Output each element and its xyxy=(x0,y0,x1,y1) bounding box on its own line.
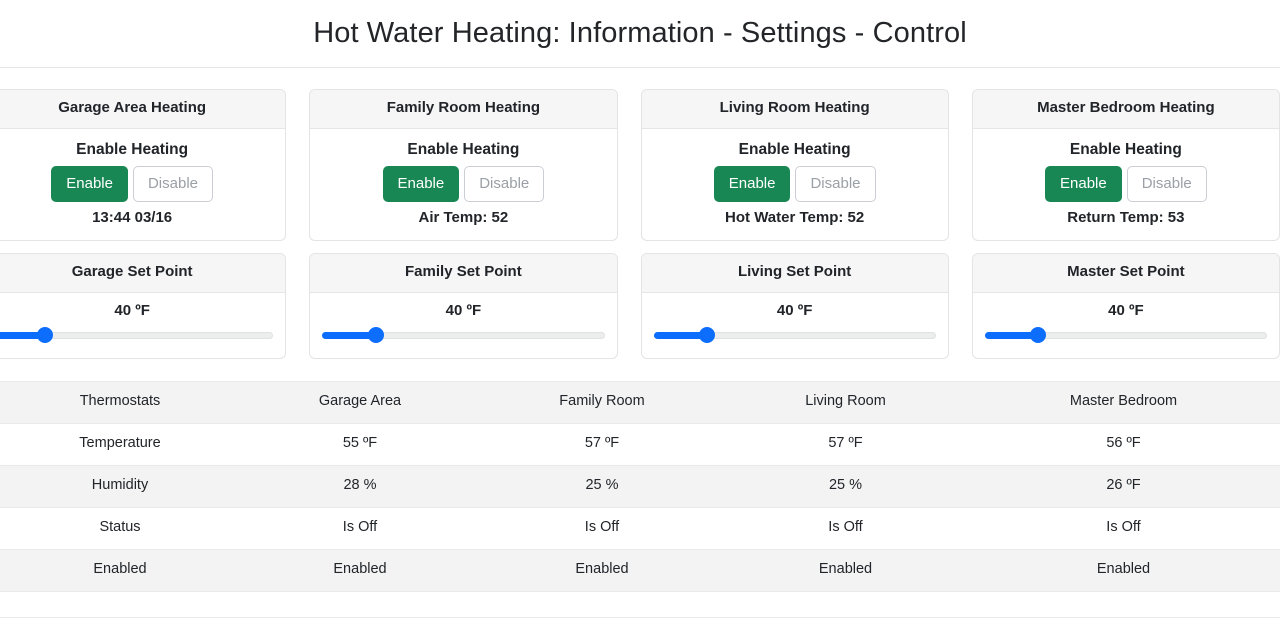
table-row: Enabled Enabled Enabled Enabled Enabled xyxy=(0,548,1280,592)
setpoint-slider[interactable] xyxy=(984,327,1267,344)
heating-card-master: Master Bedroom Heating Enable Heating En… xyxy=(971,89,1280,242)
card-title: Living Room Heating xyxy=(641,90,948,129)
row-label: Temperature xyxy=(0,422,240,466)
row-label: Enabled xyxy=(0,548,240,592)
cell-family: 57 ºF xyxy=(480,422,724,466)
table-spacer-row xyxy=(0,590,1280,618)
cell-living: 57 ºF xyxy=(724,422,967,466)
thermostats-table-wrap: Thermostats Garage Area Family Room Livi… xyxy=(0,381,1280,618)
enable-heating-label: Enable Heating xyxy=(1069,140,1182,158)
setpoint-value: 40 ºF xyxy=(445,301,482,319)
card-title: Garage Set Point xyxy=(0,254,286,293)
setpoint-card-family: Family Set Point 40 ºF xyxy=(309,253,618,360)
card-body: 40 ºF xyxy=(0,293,285,359)
setpoint-card-master: Master Set Point 40 ºF xyxy=(971,253,1280,360)
thermostats-table: Thermostats Garage Area Family Room Livi… xyxy=(0,381,1280,618)
enable-button[interactable]: Enable xyxy=(382,165,460,202)
card-title: Master Bedroom Heating xyxy=(972,90,1279,129)
spacer-cell xyxy=(0,590,1280,618)
setpoint-cards-row: Garage Set Point 40 ºF Family Set Point … xyxy=(0,253,1280,360)
cell-living: 25 % xyxy=(724,464,967,508)
card-body: 40 ºF xyxy=(310,293,616,359)
setpoint-card-garage: Garage Set Point 40 ºF xyxy=(0,253,287,360)
cell-family: 25 % xyxy=(480,464,724,508)
page-title: Hot Water Heating: Information - Setting… xyxy=(313,17,967,49)
column-header-master: Master Bedroom xyxy=(967,381,1280,424)
enable-disable-group: Enable Disable xyxy=(320,165,606,202)
setpoint-value: 40 ºF xyxy=(776,301,813,319)
card-body: Enable Heating Enable Disable 13:44 03/1… xyxy=(0,129,285,241)
card-body: Enable Heating Enable Disable Hot Water … xyxy=(642,129,948,241)
column-header-thermostats: Thermostats xyxy=(0,381,240,424)
card-title: Master Set Point xyxy=(972,254,1279,293)
status-text: Return Temp: 53 xyxy=(1067,208,1185,226)
setpoint-card-living: Living Set Point 40 ºF xyxy=(640,253,949,360)
slider-thumb[interactable] xyxy=(699,327,716,344)
card-title: Family Set Point xyxy=(310,254,617,293)
setpoint-slider[interactable] xyxy=(322,327,605,344)
enable-button[interactable]: Enable xyxy=(713,165,791,202)
cell-living: Enabled xyxy=(724,548,967,592)
setpoint-value: 40 ºF xyxy=(114,301,150,319)
status-text: Air Temp: 52 xyxy=(418,208,509,226)
table-row: Status Is Off Is Off Is Off Is Off xyxy=(0,506,1280,550)
enable-button[interactable]: Enable xyxy=(1045,165,1122,202)
heating-card-living: Living Room Heating Enable Heating Enabl… xyxy=(640,89,949,242)
cell-garage: Is Off xyxy=(240,506,480,550)
enable-disable-group: Enable Disable xyxy=(652,165,938,202)
row-label: Humidity xyxy=(0,464,240,508)
card-body: Enable Heating Enable Disable Air Temp: … xyxy=(310,129,616,241)
cell-living: Is Off xyxy=(724,506,967,550)
cell-master: 26 ºF xyxy=(967,464,1280,508)
cell-garage: 55 ºF xyxy=(240,422,480,466)
table-row: Temperature 55 ºF 57 ºF 57 ºF 56 ºF xyxy=(0,422,1280,466)
setpoint-slider[interactable] xyxy=(653,327,936,344)
column-header-family: Family Room xyxy=(480,381,724,424)
enable-disable-group: Enable Disable xyxy=(0,165,275,202)
cell-master: 56 ºF xyxy=(967,422,1280,466)
slider-thumb[interactable] xyxy=(367,327,384,344)
column-header-garage: Garage Area xyxy=(240,381,480,424)
card-title: Living Set Point xyxy=(641,254,948,293)
cell-garage: 28 % xyxy=(240,464,480,508)
disable-button[interactable]: Disable xyxy=(132,165,213,202)
enable-button[interactable]: Enable xyxy=(51,165,128,202)
slider-thumb[interactable] xyxy=(36,327,53,344)
disable-button[interactable]: Disable xyxy=(795,165,876,202)
cell-master: Enabled xyxy=(967,548,1280,592)
table-header-row: Thermostats Garage Area Family Room Livi… xyxy=(0,381,1280,424)
disable-button[interactable]: Disable xyxy=(464,165,545,202)
enable-disable-group: Enable Disable xyxy=(983,165,1269,202)
row-label: Status xyxy=(0,506,240,550)
card-body: Enable Heating Enable Disable Return Tem… xyxy=(973,129,1279,241)
cell-garage: Enabled xyxy=(240,548,480,592)
disable-button[interactable]: Disable xyxy=(1126,165,1207,202)
card-title: Garage Area Heating xyxy=(0,90,286,129)
slider-thumb[interactable] xyxy=(1030,327,1047,344)
enable-heating-label: Enable Heating xyxy=(738,140,851,158)
setpoint-slider[interactable] xyxy=(0,327,274,344)
heating-cards-row: Garage Area Heating Enable Heating Enabl… xyxy=(0,89,1280,242)
cell-family: Is Off xyxy=(480,506,724,550)
page-header: Hot Water Heating: Information - Setting… xyxy=(0,0,1280,68)
card-body: 40 ºF xyxy=(642,293,948,359)
heating-card-family: Family Room Heating Enable Heating Enabl… xyxy=(309,89,618,242)
setpoint-value: 40 ºF xyxy=(1108,301,1144,319)
cell-master: Is Off xyxy=(967,506,1280,550)
heating-card-garage: Garage Area Heating Enable Heating Enabl… xyxy=(0,89,287,242)
enable-heating-label: Enable Heating xyxy=(407,140,520,158)
table-row: Humidity 28 % 25 % 25 % 26 ºF xyxy=(0,464,1280,508)
card-body: 40 ºF xyxy=(973,293,1279,359)
status-text: Hot Water Temp: 52 xyxy=(725,208,865,226)
cell-family: Enabled xyxy=(480,548,724,592)
status-text: 13:44 03/16 xyxy=(92,208,173,226)
card-title: Family Room Heating xyxy=(310,90,617,129)
column-header-living: Living Room xyxy=(724,381,967,424)
enable-heating-label: Enable Heating xyxy=(76,140,189,158)
